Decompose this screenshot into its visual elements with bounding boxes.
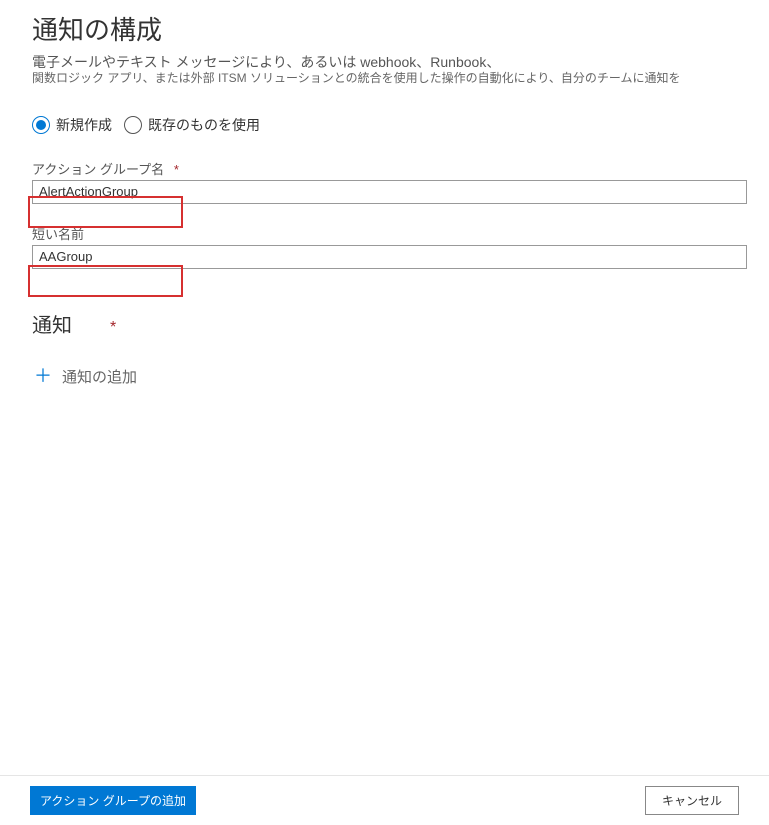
- action-group-name-label: アクション グループ名 *: [32, 159, 737, 178]
- page-title: 通知の構成: [32, 10, 737, 47]
- add-notification-label: 通知の追加: [62, 366, 137, 387]
- radio-use-existing-label: 既存のものを使用: [148, 115, 260, 135]
- action-group-name-input[interactable]: [32, 180, 747, 204]
- required-mark: *: [174, 162, 179, 177]
- radio-create-new-input[interactable]: [32, 116, 50, 134]
- creation-mode-radio-group: 新規作成 既存のものを使用: [32, 115, 737, 135]
- required-mark: *: [110, 319, 116, 337]
- short-name-field-group: 短い名前: [32, 224, 737, 269]
- footer: アクション グループの追加 キャンセル: [0, 775, 769, 825]
- add-action-group-button[interactable]: アクション グループの追加: [30, 786, 196, 815]
- short-name-label: 短い名前: [32, 224, 737, 243]
- radio-create-new-label: 新規作成: [56, 115, 112, 135]
- radio-use-existing-input[interactable]: [124, 116, 142, 134]
- action-group-name-label-text: アクション グループ名: [32, 162, 164, 177]
- plus-icon: ＋: [34, 367, 52, 385]
- short-name-label-text: 短い名前: [32, 227, 84, 242]
- action-group-name-field-group: アクション グループ名 *: [32, 159, 737, 204]
- radio-use-existing[interactable]: 既存のものを使用: [124, 115, 260, 135]
- cancel-button[interactable]: キャンセル: [645, 786, 739, 815]
- short-name-input[interactable]: [32, 245, 747, 269]
- radio-create-new[interactable]: 新規作成: [32, 115, 112, 135]
- add-notification-button[interactable]: ＋ 通知の追加: [32, 360, 737, 393]
- description-line2: 関数ロジック アプリ、または外部 ITSM ソリューションとの統合を使用した操作…: [32, 71, 737, 87]
- notifications-section-header: 通知 *: [32, 309, 737, 338]
- notifications-section-title: 通知: [32, 309, 72, 338]
- description-line1: 電子メールやテキスト メッセージにより、あるいは webhook、Runbook…: [32, 53, 737, 71]
